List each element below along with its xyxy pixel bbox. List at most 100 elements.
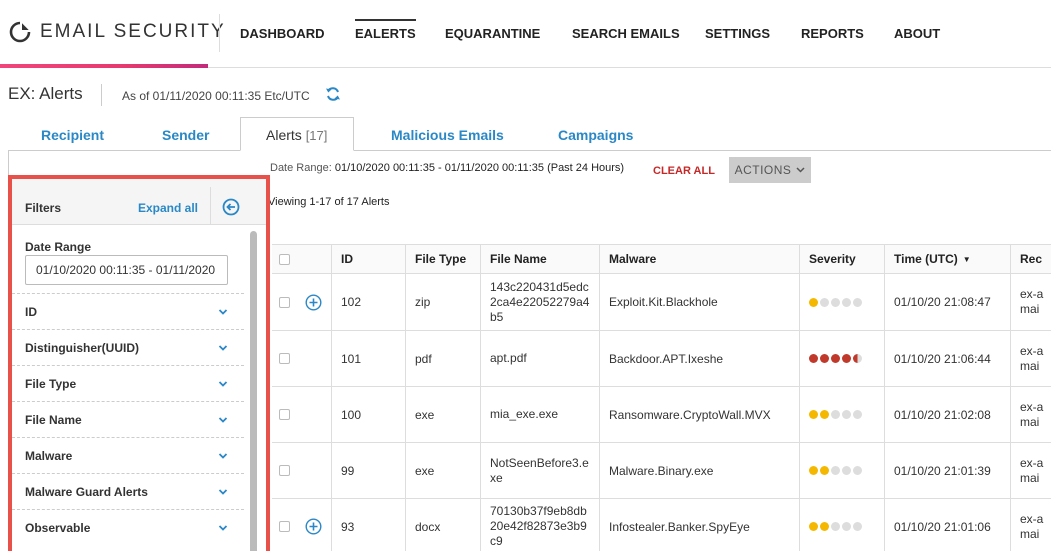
refresh-icon[interactable] [325, 86, 341, 102]
tab-campaigns[interactable]: Campaigns [558, 127, 633, 143]
filter-item[interactable]: File Name [12, 401, 244, 437]
nav-item-ealerts[interactable]: EALERTS [355, 19, 416, 41]
app-logo[interactable]: EMAIL SECURITY [8, 20, 226, 44]
table-row[interactable]: 100 exe mia_exe.exe Ransomware.CryptoWall.M… [272, 387, 1051, 443]
table-row[interactable]: 101 pdf apt.pdf Backdoor.APT.Ixeshe 01/10/20… [272, 331, 1051, 387]
filter-item-label: Distinguisher(UUID) [25, 341, 139, 355]
expand-row-icon[interactable] [305, 518, 322, 535]
nav-item-reports[interactable]: REPORTS [801, 26, 864, 41]
severity-dot [809, 297, 818, 307]
severity-dot [831, 410, 840, 419]
cell-time: 01/10/20 21:01:39 [885, 443, 1011, 498]
cell-time: 01/10/20 21:06:44 [885, 331, 1011, 386]
table-row[interactable]: 99 exe NotSeenBefore3.exe Malware.Binary.ex… [272, 443, 1051, 499]
column-header-id[interactable]: ID [332, 245, 406, 273]
collapse-panel-icon[interactable] [222, 198, 240, 216]
cell-recipient: ex-a mai [1020, 343, 1044, 373]
sort-descending-icon: ▼ [962, 254, 971, 264]
filter-item[interactable]: Malware Guard Alerts [12, 473, 244, 509]
chevron-down-icon [218, 525, 228, 531]
filters-scrollbar[interactable] [250, 231, 257, 551]
severity-rating [809, 466, 862, 475]
severity-dot [809, 466, 818, 475]
chevron-down-icon [218, 489, 228, 495]
severity-dot [842, 354, 851, 363]
severity-rating [809, 522, 862, 531]
select-all-checkbox[interactable] [278, 253, 290, 265]
row-checkbox[interactable] [278, 521, 290, 532]
table-row[interactable]: 102 zip 143c220431d5edc2ca4e22052279a4b5 Ex… [272, 274, 1051, 331]
filter-item-label: Malware Guard Alerts [25, 485, 148, 499]
actions-button[interactable]: ACTIONS [729, 157, 811, 183]
severity-dot [820, 522, 829, 531]
severity-dot [820, 466, 829, 475]
date-range-label: Date Range: [270, 162, 332, 174]
row-checkbox[interactable] [278, 465, 290, 476]
expand-header-cell [296, 245, 332, 273]
severity-dot [831, 297, 840, 307]
nav-item-settings[interactable]: SETTINGS [705, 26, 770, 41]
filter-item-label: File Name [25, 413, 82, 427]
cell-file-name: 143c220431d5edc2ca4e22052279a4b5 [481, 274, 600, 330]
table-row[interactable]: 93 docx 70130b37f9eb8db20e42f82873e3b9c9 In… [272, 499, 1051, 551]
filter-item-label: Malware [25, 449, 73, 463]
filter-item-label: Observable [25, 521, 91, 535]
row-expand-cell [296, 387, 332, 442]
tab-sender[interactable]: Sender [162, 127, 209, 143]
filters-header: Filters Expand all [12, 179, 266, 225]
row-expand-cell [296, 499, 332, 551]
filter-date-range-label: Date Range [25, 240, 92, 254]
row-checkbox[interactable] [278, 353, 290, 364]
cell-id: 101 [332, 331, 406, 386]
chevron-down-icon [796, 167, 805, 173]
severity-dot [853, 297, 862, 307]
expand-all-link[interactable]: Expand all [138, 201, 198, 215]
chevron-down-icon [218, 381, 228, 387]
tab-malicious-emails[interactable]: Malicious Emails [391, 127, 504, 143]
cell-file-type: pdf [406, 331, 481, 386]
filter-date-range-input[interactable] [25, 255, 228, 285]
severity-dot [842, 297, 851, 307]
nav-item-search-emails[interactable]: SEARCH EMAILS [572, 26, 680, 41]
column-header-time[interactable]: Time (UTC) ▼ [885, 245, 1011, 273]
date-range-summary: Date Range: 01/10/2020 00:11:35 - 01/11/… [270, 162, 624, 174]
logo-text: EMAIL SECURITY [40, 21, 226, 42]
cell-id: 93 [332, 499, 406, 551]
column-header-malware[interactable]: Malware [600, 245, 800, 273]
column-header-severity[interactable]: Severity [800, 245, 885, 273]
filter-item[interactable]: Observable [12, 509, 244, 545]
column-header-recipient[interactable]: Rec [1011, 245, 1051, 273]
nav-item-dashboard[interactable]: DASHBOARD [240, 26, 325, 41]
expand-row-icon[interactable] [305, 293, 322, 311]
title-divider [101, 84, 102, 106]
severity-dot [809, 522, 818, 531]
filter-item[interactable]: Distinguisher(UUID) [12, 329, 244, 365]
row-checkbox[interactable] [278, 409, 290, 420]
column-header-file-name[interactable]: File Name [481, 245, 600, 273]
nav-item-about[interactable]: ABOUT [894, 26, 940, 41]
row-checkbox[interactable] [278, 296, 290, 308]
row-expand-cell [296, 443, 332, 498]
logo-icon [9, 21, 31, 43]
severity-dot [820, 354, 829, 363]
table-header-row: ID File Type File Name Malware Severity … [272, 245, 1051, 274]
tab-recipient[interactable]: Recipient [41, 127, 104, 143]
page-title: EX: Alerts [8, 84, 83, 103]
clear-all-button[interactable]: CLEAR ALL [653, 165, 715, 177]
severity-dot [842, 522, 851, 531]
cell-severity [800, 331, 885, 386]
select-all-cell [272, 245, 296, 273]
filter-item[interactable]: Malware [12, 437, 244, 473]
row-select-cell [272, 331, 296, 386]
nav-item-equarantine[interactable]: EQUARANTINE [445, 26, 540, 41]
column-header-file-type[interactable]: File Type [406, 245, 481, 273]
filter-item[interactable]: File Type [12, 365, 244, 401]
date-range-value: 01/10/2020 00:11:35 - 01/11/2020 00:11:3… [334, 162, 625, 174]
severity-dot [831, 522, 840, 531]
chevron-down-icon [218, 345, 228, 351]
severity-rating [809, 410, 862, 419]
filter-item[interactable]: ID [12, 293, 244, 329]
accent-bar [0, 64, 208, 68]
cell-file-name: apt.pdf [481, 331, 600, 386]
filter-item-label: ID [25, 305, 37, 319]
